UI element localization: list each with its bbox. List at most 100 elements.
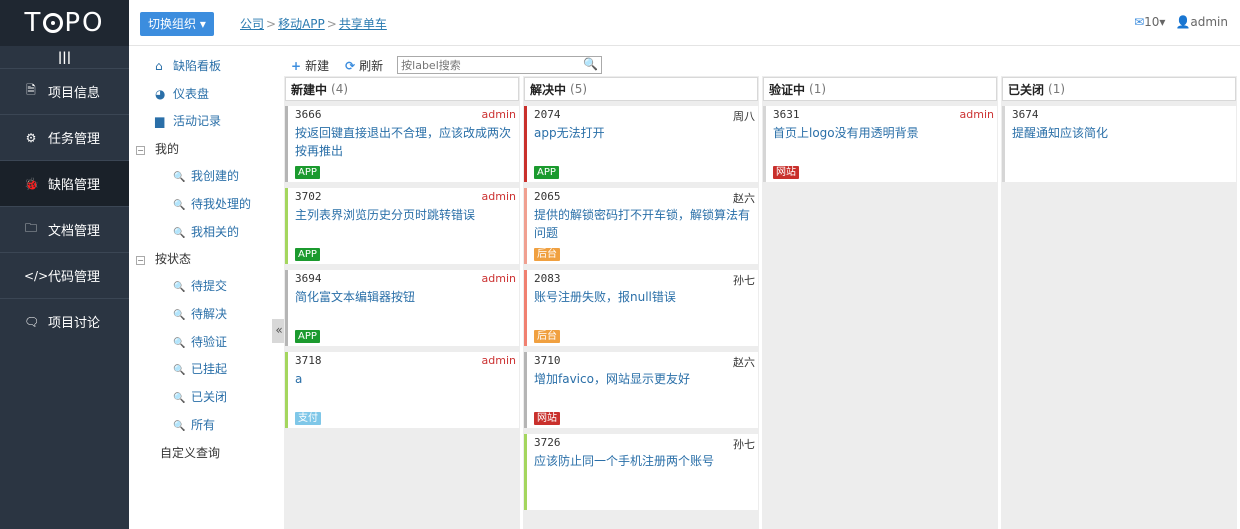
top-header: 切换组织 ▾ 公司 > 移动APP > 共享单车 ✉10▾ 👤admin [129,0,1240,46]
search-icon[interactable]: 🔍 [583,57,598,71]
sidebar-item-4[interactable]: </> 代码管理 [0,252,129,298]
breadcrumb: 公司 > 移动APP > 共享单车 [240,15,387,32]
mail-count: 10 [1144,15,1160,29]
header-actions: ✉10▾ 👤admin [1134,15,1228,29]
column-count: (4) [331,82,349,96]
refresh-button[interactable]: ⟳ 刷新 [345,57,383,74]
sidebar-item-1[interactable]: ⚙ 任务管理 [0,114,129,160]
mine-group-toggle[interactable]: − 我的 [136,140,179,157]
defect-board-link[interactable]: ⌂ 缺陷看板 [155,57,221,74]
menu-toggle-icon[interactable]: ||| [0,46,129,68]
mine-link-0[interactable]: 🔍 我创建的 [173,167,239,184]
defect-title-link[interactable]: 简化富文本编辑器按钮 [295,288,515,306]
label-search-input[interactable] [398,57,579,73]
defect-card[interactable]: 3702 admin 主列表界浏览历史分页时跳转错误 APP [285,188,519,264]
defect-card[interactable]: 3631 admin 首页上logo没有用透明背景 网站 [763,106,997,182]
status-link-3[interactable]: 🔍 已挂起 [173,360,227,377]
refresh-label: 刷新 [359,58,384,73]
defect-title-link[interactable]: app无法打开 [534,124,754,142]
status-group-toggle[interactable]: − 按状态 [136,250,191,267]
defect-label-badge[interactable]: APP [295,330,320,343]
defect-board: +新建 ⟳刷新 🔍 新建中(4) 3666 admin 按返回键直接退出不合理，应该改… [283,46,1240,529]
defect-label-badge[interactable]: APP [534,166,559,179]
defect-title-link[interactable]: 提醒通知应该简化 [1012,124,1232,142]
defect-label-badge[interactable]: APP [295,248,320,261]
switch-org-button[interactable]: 切换组织 ▾ [140,12,214,36]
status-link-1[interactable]: 🔍 待解决 [173,305,227,322]
activity-label: 活动记录 [173,114,222,128]
logo-o-mark [43,13,64,33]
defect-title-link[interactable]: 提供的解锁密码打不开车锁，解锁算法有问题 [534,206,754,242]
left-sidebar: T PO ||| 🗎 项目信息 ⚙ 任务管理 🐞 缺陷管理 🗀 文档管理 </> 代码管理 🗨 项目讨论 [0,0,129,529]
mine-label: 我的 [155,142,180,156]
sidebar-item-label: 项目讨论 [48,316,101,331]
status-link-4[interactable]: 🔍 已关闭 [173,388,227,405]
folder-icon: 🗀 [24,221,37,235]
defect-id: 3710 [534,354,561,367]
custom-query-link[interactable]: 自定义查询 [160,444,220,461]
defect-label-badge[interactable]: 支付 [295,412,321,425]
collapse-minus-icon: − [136,146,145,155]
search-icon: 🔍 [173,365,186,377]
defect-card[interactable]: 3694 admin 简化富文本编辑器按钮 APP [285,270,519,346]
defect-card[interactable]: 3710 赵六 增加favico，网站显示更友好 网站 [524,352,758,428]
column-title: 已关闭 [1008,82,1045,97]
search-icon: 🔍 [173,172,186,183]
search-icon: 🔍 [173,337,186,349]
bug-icon: 🐞 [24,176,39,191]
defect-title-link[interactable]: 首页上logo没有用透明背景 [773,124,993,142]
activity-link[interactable]: ▆ 活动记录 [155,112,221,129]
defect-title-link[interactable]: 主列表界浏览历史分页时跳转错误 [295,206,515,224]
defect-label-badge[interactable]: 网站 [773,166,799,179]
by-status-label: 按状态 [155,252,192,266]
defect-title-link[interactable]: 应该防止同一个手机注册两个账号 [534,452,754,470]
defect-card[interactable]: 3726 孙七 应该防止同一个手机注册两个账号 [524,434,758,510]
status-link-5[interactable]: 🔍 所有 [173,416,215,433]
app-logo[interactable]: T PO [0,0,129,46]
tasks-icon: ⚙ [25,130,37,145]
defect-label-badge[interactable]: APP [295,166,320,179]
defect-card[interactable]: 2074 周八 app无法打开 APP [524,106,758,182]
column-header: 验证中 (1) [763,77,997,101]
activity-icon: ▆ [155,114,165,128]
mine-link-2[interactable]: 🔍 我相关的 [173,223,239,240]
breadcrumb-bike-share[interactable]: 共享单车 [339,17,387,31]
code-icon: </> [24,268,49,283]
sidebar-item-label: 任务管理 [48,132,101,147]
sidebar-item-3[interactable]: 🗀 文档管理 [0,206,129,252]
column-count: (1) [809,82,827,96]
sidebar-nav: 🗎 项目信息 ⚙ 任务管理 🐞 缺陷管理 🗀 文档管理 </> 代码管理 🗨 项目讨论 [0,68,129,344]
mine-label: 待我处理的 [191,197,252,211]
defect-title-link[interactable]: 账号注册失败，报null错误 [534,288,754,306]
defect-title-link[interactable]: 按返回键直接退出不合理，应该改成两次按再推出 [295,124,515,160]
defect-card[interactable]: 2083 孙七 账号注册失败，报null错误 后台 [524,270,758,346]
defect-title-link[interactable]: 增加favico，网站显示更友好 [534,370,754,388]
defect-title-link[interactable]: a [295,370,515,388]
defect-owner: admin [481,354,516,367]
defect-label-badge[interactable]: 网站 [534,412,560,425]
defect-id: 3726 [534,436,561,449]
column-title: 验证中 [769,82,806,97]
defect-card[interactable]: 3718 admin a 支付 [285,352,519,428]
defect-card[interactable]: 3666 admin 按返回键直接退出不合理，应该改成两次按再推出 APP [285,106,519,182]
status-link-2[interactable]: 🔍 待验证 [173,333,227,350]
sidebar-item-0[interactable]: 🗎 项目信息 [0,68,129,114]
defect-card[interactable]: 2065 赵六 提供的解锁密码打不开车锁，解锁算法有问题 后台 [524,188,758,264]
defect-label-badge[interactable]: 后台 [534,248,560,261]
breadcrumb-mobile-app[interactable]: 移动APP [278,17,325,31]
mine-link-1[interactable]: 🔍 待我处理的 [173,195,251,212]
mail-menu[interactable]: ✉10▾ [1134,15,1165,29]
defect-id: 3718 [295,354,322,367]
status-link-0[interactable]: 🔍 待提交 [173,277,227,294]
sidebar-item-2[interactable]: 🐞 缺陷管理 [0,160,129,206]
sidebar-item-5[interactable]: 🗨 项目讨论 [0,298,129,344]
search-icon: 🔍 [173,421,186,432]
defect-label-badge[interactable]: 后台 [534,330,560,343]
mine-label: 我相关的 [191,225,240,239]
user-menu[interactable]: 👤admin [1175,15,1228,29]
dashboard-link[interactable]: ◕ 仪表盘 [155,85,209,102]
defect-card[interactable]: 3674 提醒通知应该简化 [1002,106,1236,182]
breadcrumb-company[interactable]: 公司 [240,17,264,31]
defect-owner: admin [481,272,516,285]
new-button[interactable]: + 新建 [291,57,329,74]
